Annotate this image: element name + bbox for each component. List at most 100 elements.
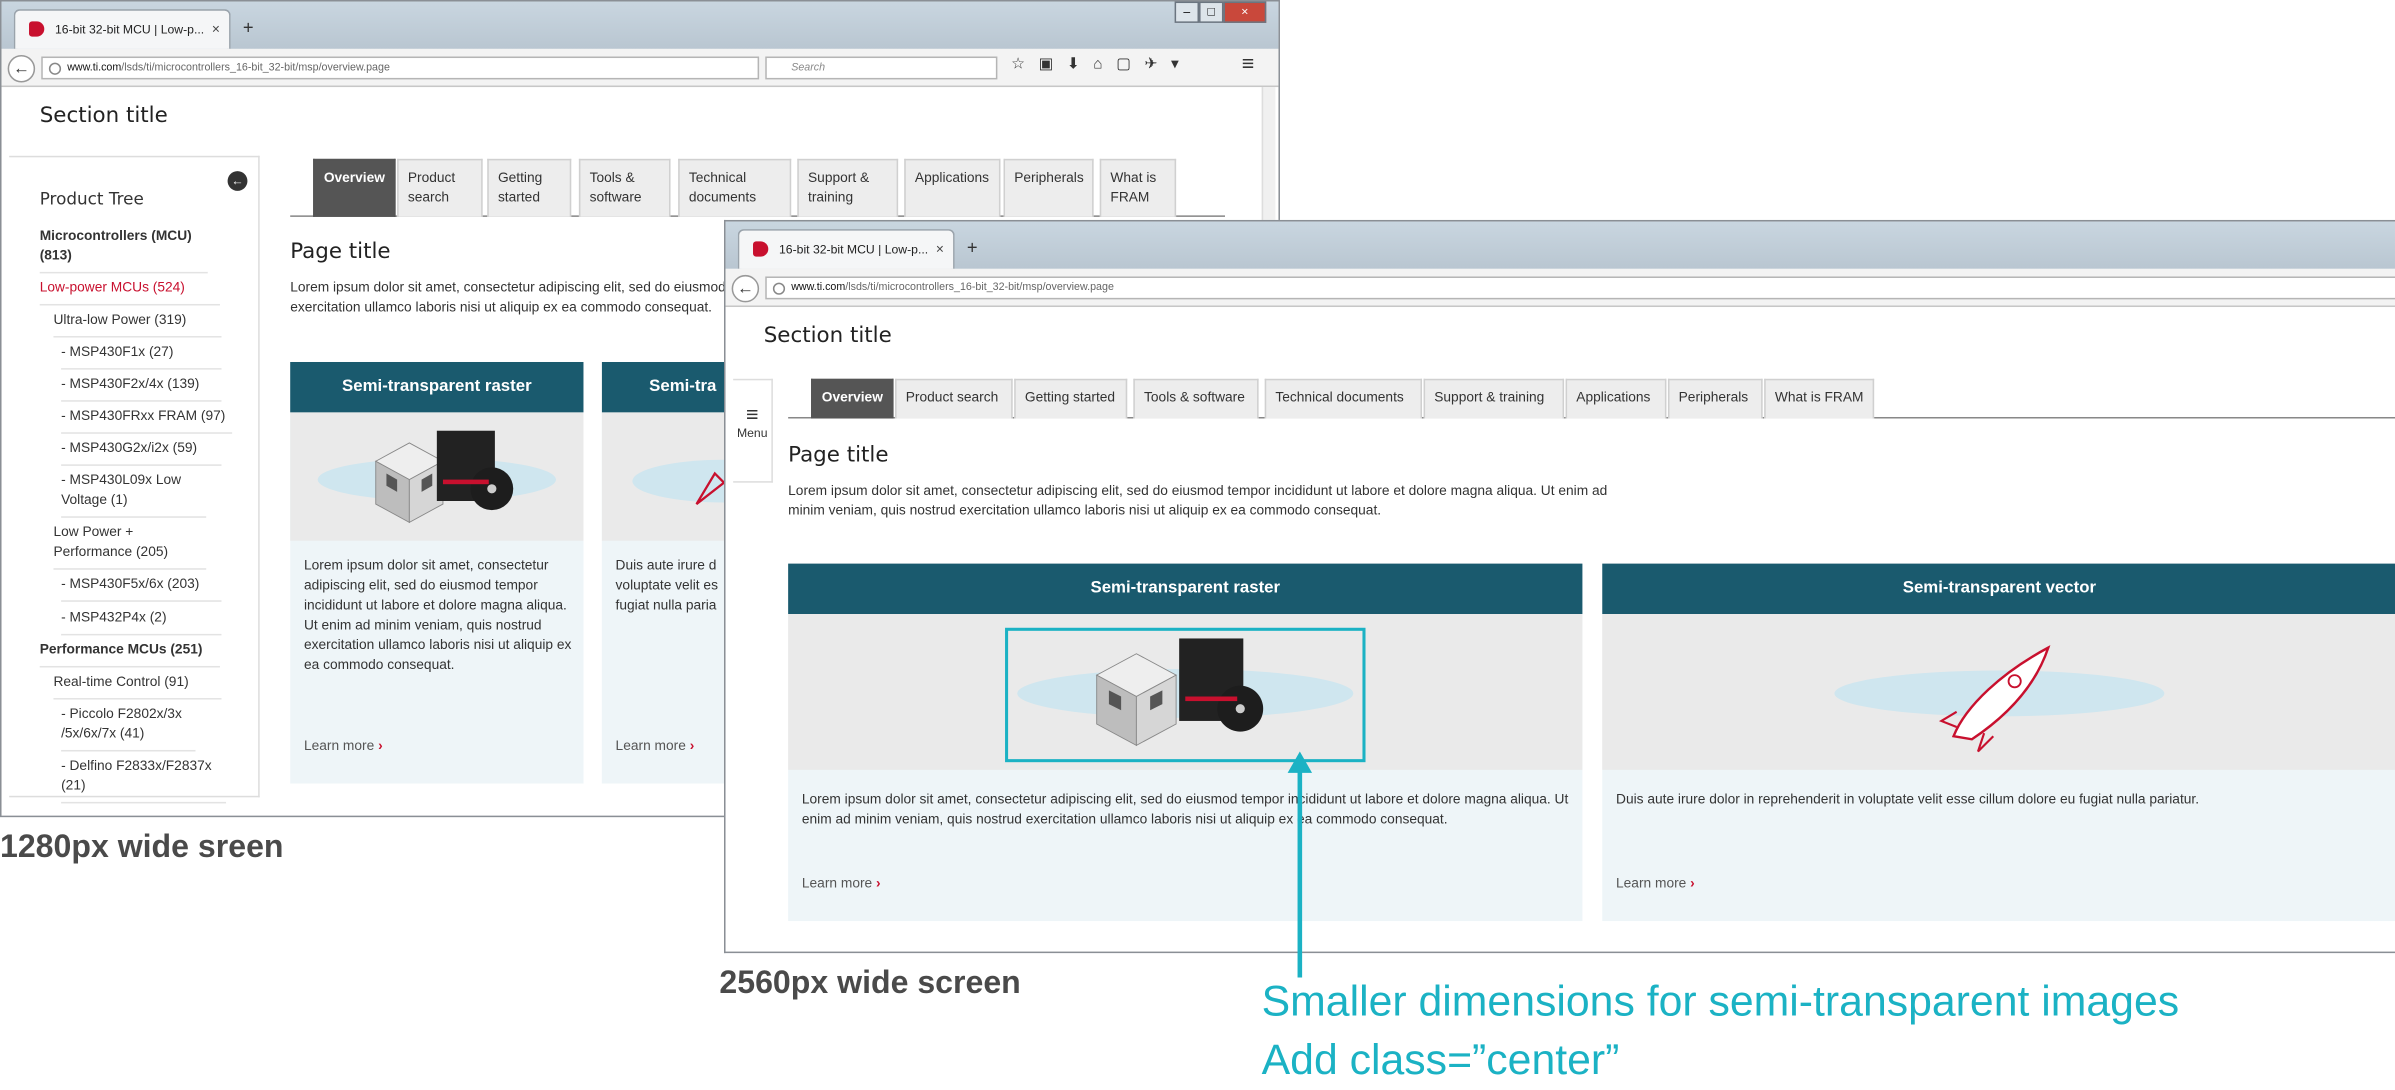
tab-strip: 16-bit 32-bit MCU | Low-p... × + – □ × (1, 1, 1279, 49)
vector-image (1602, 614, 2395, 770)
learn-more-link[interactable]: Learn more › (616, 738, 695, 753)
card-vector: Semi-tra Duis aute irure d voluptate vel… (601, 361, 740, 784)
tab-support-training[interactable]: Support & training (1423, 378, 1565, 419)
product-tree-heading: Product Tree (39, 189, 144, 210)
comparison-stage: 16-bit 32-bit MCU | Low-p... × + – □ × ←… (0, 0, 2395, 1088)
tab-peripherals[interactable]: Peripherals (1003, 158, 1094, 217)
tab-what-is-fram[interactable]: What is FRAM (1099, 158, 1177, 217)
card-title: Semi-transparent raster (788, 563, 1583, 615)
address-bar[interactable]: www.ti.com/lsds/ti/microcontrollers_16-b… (41, 56, 760, 80)
learn-more-link[interactable]: Learn more › (802, 875, 881, 890)
minimize-button[interactable]: – (1174, 1, 1200, 23)
close-icon[interactable]: × (936, 241, 944, 256)
back-icon[interactable]: ← (731, 274, 760, 303)
callout-line-2: Add class=”center” (1261, 1035, 1620, 1083)
label-2560: 2560px wide screen (719, 965, 1021, 1001)
callout-arrow (1287, 751, 1313, 978)
vector-image (601, 412, 740, 541)
product-tree-sidebar: ← Product Tree Microcontrollers (MCU) (8… (9, 155, 260, 804)
tree-item[interactable]: - MSP430F1x (27) (61, 342, 222, 370)
browser-tab-title: 16-bit 32-bit MCU | Low-p... (54, 22, 205, 37)
toolbar-icons[interactable]: ☆▣⬇⌂▢✈▾ (1011, 57, 1192, 74)
center-highlight-box (1005, 627, 1366, 763)
tab-applications[interactable]: Applications (1565, 378, 1667, 419)
card-raster: Semi-transparent raster Lorem ipsum dolo… (788, 563, 1583, 922)
search-input[interactable]: Search (765, 56, 998, 80)
label-1280: 1280px wide sreen (0, 829, 284, 865)
menu-label: Menu (736, 426, 768, 440)
new-tab-button[interactable]: + (967, 237, 978, 258)
back-icon[interactable]: ← (7, 54, 36, 83)
card-text: Duis aute irure d voluptate velit es fug… (615, 557, 718, 613)
page-title: Page title (788, 442, 889, 468)
tab-tools-software[interactable]: Tools & software (1133, 378, 1259, 419)
globe-icon (48, 62, 62, 75)
tree-item[interactable]: - Piccolo F2802x/3x /5x/6x/7x (41) (61, 704, 196, 752)
tree-item[interactable]: - Delfino F2833x/F2837x (21) (61, 756, 227, 804)
browser-tab[interactable]: 16-bit 32-bit MCU | Low-p... × (13, 9, 231, 49)
tab-tools-software[interactable]: Tools & software (578, 158, 671, 217)
tree-item[interactable]: - MSP430F2x/4x (139) (61, 374, 222, 402)
tab-getting-started[interactable]: Getting started (487, 158, 572, 217)
tab-what-is-fram[interactable]: What is FRAM (1764, 378, 1875, 419)
card-text: Lorem ipsum dolor sit amet, consectetur … (801, 791, 1569, 827)
chevron-right-icon: › (378, 737, 383, 754)
chevron-right-icon: › (876, 875, 881, 891)
tab-product-search[interactable]: Product search (895, 378, 1013, 419)
section-title: Section title (39, 103, 168, 129)
browser-tab-title: 16-bit 32-bit MCU | Low-p... (778, 242, 929, 257)
tab-applications[interactable]: Applications (904, 158, 1001, 217)
collapse-arrow-icon[interactable]: ← (227, 171, 248, 191)
tab-support-training[interactable]: Support & training (797, 158, 899, 217)
ti-logo-icon (29, 21, 45, 37)
card-raster: Semi-transparent raster Lorem ipsum dolo… (290, 361, 584, 784)
ti-logo-icon (753, 241, 769, 257)
nav-toolbar: ← www.ti.com/lsds/ti/microcontrollers_16… (1, 48, 1279, 88)
tree-item[interactable]: - MSP432P4x (2) (61, 608, 222, 636)
browser-tab[interactable]: 16-bit 32-bit MCU | Low-p... × (737, 229, 955, 269)
card-text: Lorem ipsum dolor sit amet, consectetur … (303, 557, 572, 673)
nav-toolbar: ← www.ti.com/lsds/ti/microcontrollers_16… (725, 268, 2395, 308)
tab-strip: 16-bit 32-bit MCU | Low-p... × + (725, 221, 2395, 269)
close-icon[interactable]: × (212, 21, 220, 36)
close-window-button[interactable]: × (1223, 1, 1267, 23)
tree-item[interactable]: Ultra-low Power (319) (53, 310, 222, 338)
card-title: Semi-transparent vector (1602, 563, 2395, 615)
tab-overview[interactable]: Overview (313, 158, 396, 217)
raster-image (290, 412, 584, 541)
tree-item[interactable]: - MSP430F5x/6x (203) (61, 574, 222, 602)
tree-item[interactable]: Microcontrollers (MCU) (813) (39, 226, 208, 274)
tree-item[interactable]: Performance MCUs (251) (39, 640, 220, 668)
learn-more-link[interactable]: Learn more › (1616, 875, 1695, 890)
tree-item[interactable]: Low Power + Performance (205) (53, 522, 207, 570)
tab-overview[interactable]: Overview (811, 378, 894, 419)
tab-product-search[interactable]: Product search (397, 158, 483, 217)
card-title: Semi-transparent raster (290, 361, 584, 413)
tab-getting-started[interactable]: Getting started (1014, 378, 1128, 419)
callout-line-1: Smaller dimensions for semi-transparent … (1261, 977, 2180, 1025)
tree-item[interactable]: - MSP430FRxx FRAM (97) (61, 406, 233, 434)
card-text: Duis aute irure dolor in reprehenderit i… (1616, 791, 2200, 807)
learn-more-link[interactable]: Learn more › (304, 738, 383, 753)
hamburger-icon: ≡ (746, 401, 759, 427)
card-vector: Semi-transparent vector Duis aute irure … (1602, 563, 2395, 922)
rocket-image (632, 459, 740, 505)
rocket-image (1834, 645, 2165, 753)
maximize-button[interactable]: □ (1199, 1, 1224, 23)
new-tab-button[interactable]: + (243, 17, 254, 38)
page-tabs: Overview Product search Getting started … (788, 378, 2395, 419)
tree-item[interactable]: Real-time Control (91) (53, 672, 222, 700)
menu-icon[interactable]: ≡ (1242, 50, 1268, 74)
menu-toggle[interactable]: ≡ Menu (733, 378, 773, 483)
chevron-right-icon: › (689, 737, 695, 754)
tab-technical-documents[interactable]: Technical documents (678, 158, 792, 217)
browser-window-2560: 16-bit 32-bit MCU | Low-p... × + ← www.t… (723, 219, 2395, 954)
tab-peripherals[interactable]: Peripherals (1667, 378, 1763, 419)
tab-technical-documents[interactable]: Technical documents (1264, 378, 1423, 419)
tree-item[interactable]: - MSP430L09x Low Voltage (1) (61, 470, 207, 518)
tree-item[interactable]: Low-power MCUs (524) (39, 278, 220, 306)
address-bar[interactable]: www.ti.com/lsds/ti/microcontrollers_16-b… (765, 276, 2395, 300)
cube-software-box-image (317, 430, 556, 524)
tree-item[interactable]: - MSP430G2x/i2x (59) (61, 438, 222, 466)
page-tabs: Overview Product search Getting started … (290, 158, 1225, 217)
